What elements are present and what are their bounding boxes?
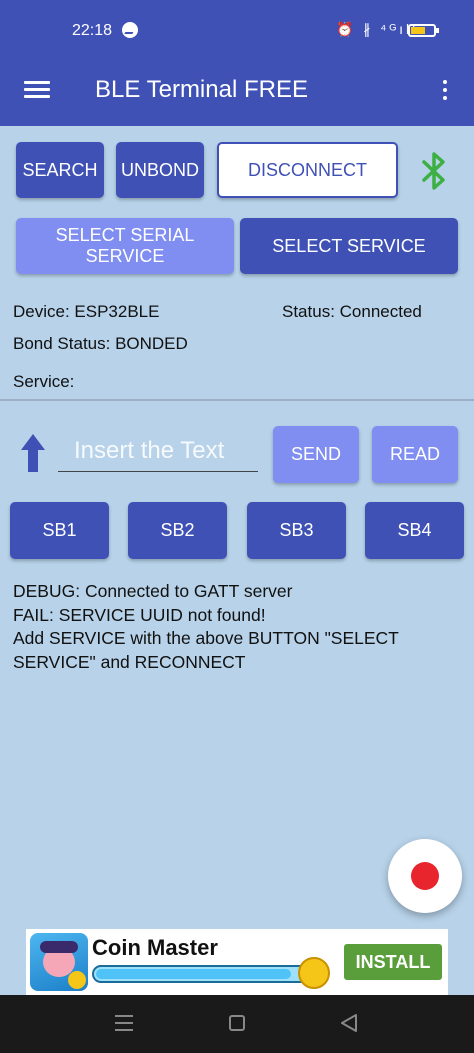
ad-title: Coin Master xyxy=(92,935,218,960)
system-status-icons: ⏰ ∦ ⁴ᴳıll xyxy=(336,21,419,37)
select-service-button[interactable]: SELECT SERVICE xyxy=(240,218,458,274)
log-line: Add SERVICE with the above BUTTON "SELEC… xyxy=(13,628,399,672)
app-bar: BLE Terminal FREE xyxy=(0,52,474,126)
record-button[interactable] xyxy=(388,839,462,913)
unbond-button[interactable]: UNBOND xyxy=(116,142,204,198)
bond-status: Bond Status: BONDED xyxy=(13,334,188,353)
coin-master-app-icon xyxy=(30,933,88,991)
arrow-up-icon[interactable] xyxy=(20,432,46,474)
sb1-button[interactable]: SB1 xyxy=(10,502,109,559)
ad-banner[interactable]: Coin Master INSTALL xyxy=(26,929,448,995)
sb3-button[interactable]: SB3 xyxy=(247,502,346,559)
status-bar: 22:18 ⏰ ∦ ⁴ᴳıll xyxy=(0,0,474,52)
bluetooth-icon[interactable] xyxy=(421,150,447,192)
debug-log: DEBUG: Connected to GATT server FAIL: SE… xyxy=(13,580,463,674)
recent-apps-icon[interactable] xyxy=(115,1015,133,1031)
coin-icon xyxy=(298,957,330,989)
sb4-button[interactable]: SB4 xyxy=(365,502,464,559)
install-button[interactable]: INSTALL xyxy=(344,944,442,980)
ad-progress-bar xyxy=(92,965,312,983)
back-icon[interactable] xyxy=(340,1013,358,1033)
disconnect-button[interactable]: DISCONNECT xyxy=(217,142,398,198)
record-icon xyxy=(411,862,439,890)
app-title: BLE Terminal FREE xyxy=(95,76,308,103)
log-line: DEBUG: Connected to GATT server xyxy=(13,581,293,601)
status-time: 22:18 xyxy=(72,22,113,39)
service-label: Service: xyxy=(13,372,75,391)
connection-status: Status: Connected xyxy=(282,302,422,321)
select-serial-service-button[interactable]: SELECT SERIAL SERVICE xyxy=(16,218,234,274)
read-button[interactable]: READ xyxy=(372,426,458,483)
sb2-button[interactable]: SB2 xyxy=(128,502,227,559)
divider xyxy=(0,399,474,401)
battery-icon xyxy=(408,24,439,37)
menu-icon[interactable] xyxy=(24,81,50,99)
log-line: FAIL: SERVICE UUID not found! xyxy=(13,604,266,625)
send-button[interactable]: SEND xyxy=(273,426,359,483)
search-button[interactable]: SEARCH xyxy=(16,142,104,198)
home-icon[interactable] xyxy=(229,1015,245,1031)
navigation-bar xyxy=(0,995,474,1053)
more-options-icon[interactable] xyxy=(435,78,455,102)
messenger-icon xyxy=(122,22,138,38)
device-label: Device: ESP32BLE xyxy=(13,302,160,321)
text-input[interactable] xyxy=(58,430,258,472)
